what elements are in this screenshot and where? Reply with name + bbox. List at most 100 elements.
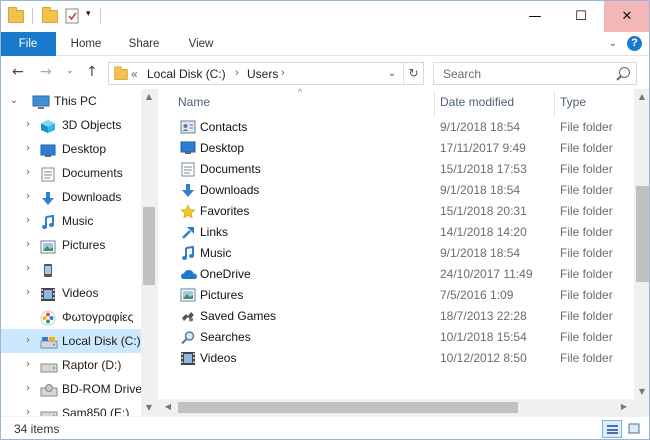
expand-chevron-icon[interactable]: ›: [22, 281, 34, 305]
customize-quick-access-chevron-icon[interactable]: ▾: [86, 9, 91, 27]
tab-view[interactable]: View: [175, 32, 227, 56]
scroll-right-arrow-icon[interactable]: ▶: [616, 399, 632, 415]
file-row[interactable]: Videos 10/12/2012 8:50 File folder: [174, 348, 634, 369]
expand-chevron-icon[interactable]: ›: [22, 209, 34, 233]
file-list-vertical-scrollbar[interactable]: ▲ ▼: [634, 89, 650, 416]
nav-item[interactable]: › Desktop: [0, 137, 141, 161]
nav-item[interactable]: › BD-ROM Drive: [0, 377, 142, 401]
up-arrow-icon[interactable]: ↑: [86, 64, 98, 80]
nav-item-label: 3D Objects: [62, 118, 122, 132]
file-row[interactable]: Searches 10/1/2018 15:54 File folder: [174, 327, 634, 348]
expand-chevron-icon[interactable]: ›: [22, 161, 34, 185]
file-row[interactable]: Links 14/1/2018 14:20 File folder: [174, 222, 634, 243]
nav-item-label: Documents: [62, 166, 123, 180]
file-row[interactable]: Documents 15/1/2018 17:53 File folder: [174, 159, 634, 180]
tab-file[interactable]: File: [0, 32, 56, 56]
nav-item[interactable]: › Sam850 (E:): [0, 401, 141, 416]
nav-scroll-thumb[interactable]: [143, 207, 155, 285]
expand-chevron-icon[interactable]: ›: [22, 329, 34, 353]
downloads-icon: [40, 190, 56, 205]
file-row[interactable]: Contacts 9/1/2018 18:54 File folder: [174, 117, 634, 138]
file-row[interactable]: Favorites 15/1/2018 20:31 File folder: [174, 201, 634, 222]
file-name: Downloads: [200, 183, 260, 197]
address-bar[interactable]: « Local Disk (C:) › Users › ⌄ ↻: [108, 62, 424, 85]
search-icon[interactable]: [619, 67, 630, 78]
nav-item[interactable]: › Documents: [0, 161, 141, 185]
file-date-modified: 10/12/2012 8:50: [440, 351, 527, 365]
nav-item-label: BD-ROM Drive: [62, 382, 142, 396]
nav-item[interactable]: › Downloads: [0, 185, 141, 209]
scroll-down-arrow-icon[interactable]: ▼: [141, 400, 157, 416]
scroll-left-arrow-icon[interactable]: ◀: [160, 399, 176, 415]
search-input[interactable]: Search: [433, 62, 637, 85]
file-row[interactable]: Music 9/1/2018 18:54 File folder: [174, 243, 634, 264]
file-row[interactable]: Downloads 9/1/2018 18:54 File folder: [174, 180, 634, 201]
column-header-name[interactable]: Name: [178, 89, 428, 116]
minimize-button[interactable]: —: [512, 0, 558, 32]
expand-chevron-icon[interactable]: ›: [22, 257, 34, 281]
scroll-up-arrow-icon[interactable]: ▲: [141, 89, 157, 105]
scroll-up-arrow-icon[interactable]: ▲: [634, 89, 650, 105]
nav-item[interactable]: › Videos: [0, 281, 141, 305]
breadcrumb-users[interactable]: Users: [247, 67, 278, 81]
horizontal-scroll-thumb[interactable]: [178, 402, 518, 413]
expand-ribbon-chevron-icon[interactable]: ⌄: [609, 38, 617, 49]
nav-item[interactable]: › Pictures: [0, 233, 141, 257]
file-row[interactable]: Pictures 7/5/2016 1:09 File folder: [174, 285, 634, 306]
tab-home[interactable]: Home: [60, 32, 112, 56]
nav-scrollbar[interactable]: ▲ ▼: [141, 89, 157, 416]
file-list-horizontal-scrollbar[interactable]: ◀ ▶: [158, 399, 634, 416]
file-row[interactable]: Saved Games 18/7/2013 22:28 File folder: [174, 306, 634, 327]
vertical-scroll-thumb[interactable]: [636, 186, 649, 282]
file-row[interactable]: OneDrive 24/10/2017 11:49 File folder: [174, 264, 634, 285]
refresh-icon[interactable]: ↻: [403, 63, 423, 84]
column-divider[interactable]: [434, 91, 435, 117]
breadcrumb-local-disk[interactable]: Local Disk (C:): [147, 67, 226, 81]
address-dropdown-chevron-icon[interactable]: ⌄: [385, 66, 399, 81]
nav-item[interactable]: › Local Disk (C:): [0, 329, 141, 353]
nav-item[interactable]: ›: [0, 257, 141, 281]
recent-locations-chevron-icon[interactable]: ⌄: [66, 66, 74, 76]
forward-arrow-icon[interactable]: →: [40, 64, 52, 80]
file-date-modified: 15/1/2018 20:31: [440, 204, 527, 218]
help-icon[interactable]: ?: [627, 36, 642, 51]
expand-chevron-icon[interactable]: ›: [22, 185, 34, 209]
properties-checkbox-icon[interactable]: [64, 7, 80, 25]
details-view-button[interactable]: [602, 420, 622, 438]
nav-item[interactable]: ⌄ This PC: [0, 89, 141, 113]
nav-item[interactable]: Φωτογραφίες: [0, 305, 141, 329]
nav-item[interactable]: › Music: [0, 209, 141, 233]
nav-item-label: Raptor (D:): [62, 358, 122, 372]
column-header-date[interactable]: Date modified: [440, 89, 550, 116]
expand-chevron-icon[interactable]: ›: [22, 113, 34, 137]
file-date-modified: 17/11/2017 9:49: [440, 141, 526, 155]
expand-chevron-icon[interactable]: ›: [22, 377, 34, 401]
expand-chevron-icon[interactable]: ›: [22, 401, 34, 416]
large-icons-view-button[interactable]: [624, 420, 644, 438]
breadcrumb-separator-icon[interactable]: ›: [235, 67, 239, 79]
new-folder-quick-access-icon[interactable]: [42, 7, 58, 25]
expand-chevron-icon[interactable]: ›: [22, 233, 34, 257]
nav-item[interactable]: › 3D Objects: [0, 113, 141, 137]
close-button[interactable]: ✕: [604, 0, 650, 32]
tab-share[interactable]: Share: [118, 32, 170, 56]
column-header-type[interactable]: Type: [560, 89, 630, 116]
maximize-button[interactable]: ☐: [558, 0, 604, 32]
nav-item-label: This PC: [54, 94, 97, 108]
status-bar: 34 items: [0, 416, 650, 440]
expand-chevron-icon[interactable]: ›: [22, 137, 34, 161]
back-arrow-icon[interactable]: ←: [12, 64, 24, 80]
search-placeholder: Search: [443, 67, 482, 81]
breadcrumb-overflow[interactable]: «: [131, 67, 138, 81]
column-divider[interactable]: [554, 91, 555, 117]
expand-chevron-icon[interactable]: ⌄: [8, 89, 20, 113]
breadcrumb-separator-icon[interactable]: ›: [281, 67, 285, 79]
scroll-down-arrow-icon[interactable]: ▼: [634, 384, 650, 400]
this-pc-icon: [32, 94, 50, 109]
item-count: 34 items: [14, 422, 60, 436]
nav-item[interactable]: › Raptor (D:): [0, 353, 141, 377]
file-row[interactable]: Desktop 17/11/2017 9:49 File folder: [174, 138, 634, 159]
bd-rom-icon: [40, 382, 58, 397]
expand-chevron-icon[interactable]: ›: [22, 353, 34, 377]
address-row: ← → ⌄ ↑ « Local Disk (C:) › Users › ⌄ ↻ …: [0, 57, 650, 89]
